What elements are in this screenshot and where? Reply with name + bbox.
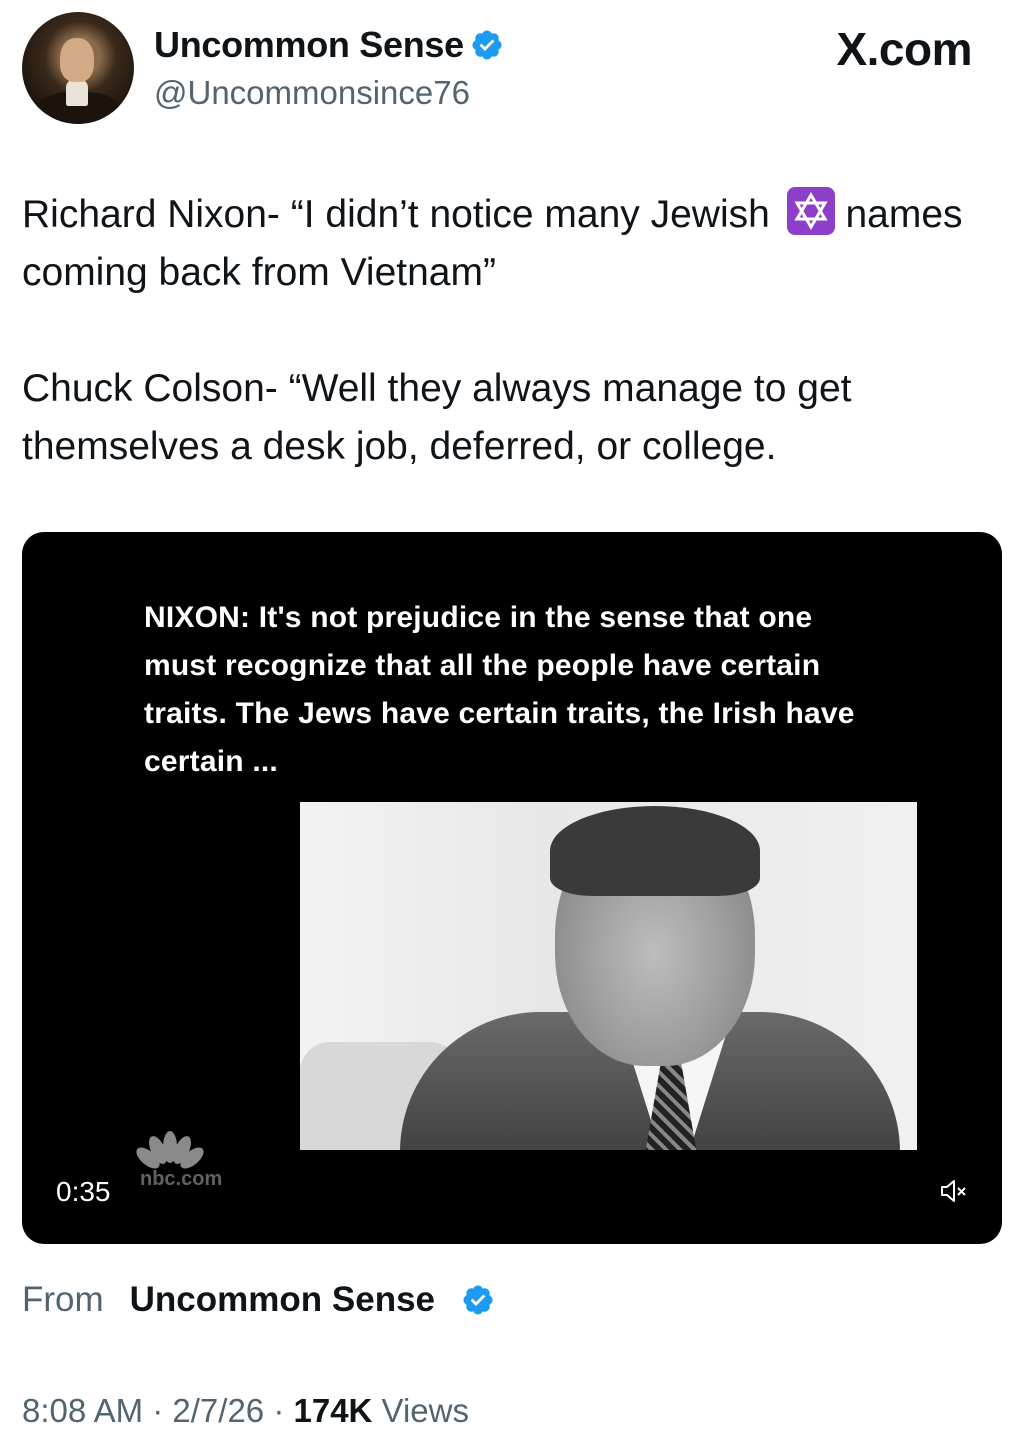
meta-separator: · bbox=[143, 1392, 173, 1429]
tweet-paragraph-1-text: Richard Nixon- “I didn’t notice many Jew… bbox=[22, 193, 781, 236]
mute-icon[interactable] bbox=[938, 1176, 968, 1206]
avatar-cravat bbox=[66, 80, 88, 106]
avatar-face bbox=[60, 38, 94, 82]
views-count: 174K bbox=[293, 1392, 373, 1429]
meta-separator: · bbox=[264, 1392, 294, 1429]
from-label: From bbox=[22, 1280, 104, 1319]
source-account-name[interactable]: Uncommon Sense bbox=[130, 1280, 435, 1320]
views-label: Views bbox=[381, 1392, 469, 1429]
tweet-text: Richard Nixon- “I didn’t notice many Jew… bbox=[22, 186, 1002, 476]
tweet-time[interactable]: 8:08 AM bbox=[22, 1392, 143, 1429]
tweet-date[interactable]: 2/7/26 bbox=[172, 1392, 264, 1429]
tweet-paragraph-1: Richard Nixon- “I didn’t notice many Jew… bbox=[22, 186, 1002, 302]
display-name-text[interactable]: Uncommon Sense bbox=[154, 24, 464, 66]
source-attribution: From Uncommon Sense bbox=[22, 1280, 495, 1320]
star-of-david-icon bbox=[786, 187, 835, 235]
verified-badge-icon bbox=[472, 30, 502, 60]
video-duration: 0:35 bbox=[56, 1176, 111, 1207]
user-handle[interactable]: @Uncommonsince76 bbox=[154, 74, 470, 112]
avatar[interactable] bbox=[22, 12, 134, 124]
video-player[interactable]: NIXON: It's not prejudice in the sense t… bbox=[22, 532, 1002, 1244]
video-caption: NIXON: It's not prejudice in the sense t… bbox=[144, 601, 855, 778]
display-name[interactable]: Uncommon Sense bbox=[154, 24, 504, 66]
verified-badge-icon bbox=[463, 1285, 493, 1315]
photo-hair bbox=[550, 806, 760, 896]
video-watermark: nbc.com bbox=[140, 1168, 223, 1190]
tweet-paragraph-2: Chuck Colson- “Well they always manage t… bbox=[22, 367, 852, 468]
x-brand-logo: X.com bbox=[836, 23, 972, 75]
video-frame-photo bbox=[300, 802, 917, 1150]
tweet-metadata: 8:08 AM · 2/7/26 · 174K Views bbox=[22, 1392, 469, 1430]
